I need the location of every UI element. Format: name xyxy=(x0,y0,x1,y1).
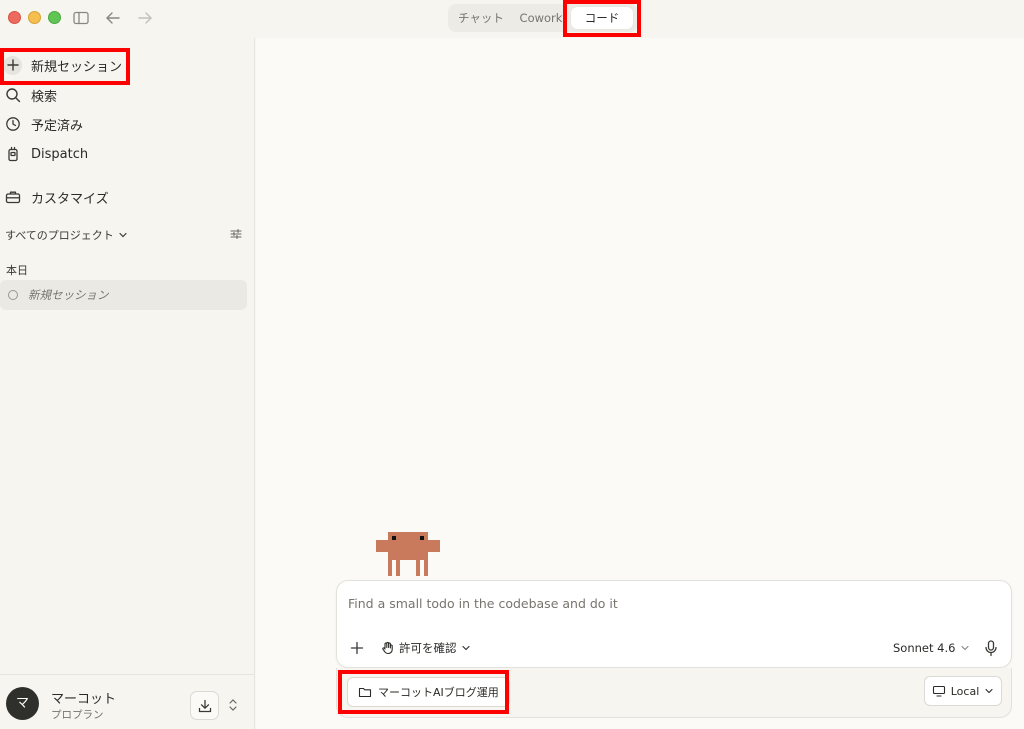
sidebar-footer: マ マーコット プロプラン xyxy=(0,674,255,729)
environment-label: Local xyxy=(950,684,980,698)
chevron-up-down-icon[interactable] xyxy=(227,697,239,713)
environment-selector-button[interactable]: Local xyxy=(924,676,1002,706)
sidebar-item-label: カスタマイズ xyxy=(31,191,109,207)
composer-context-bar: マーコットAIブログ運用 Local xyxy=(336,668,1012,718)
composer: 許可を確認 Sonnet 4.6 xyxy=(336,580,1012,668)
tab-chat[interactable]: チャット xyxy=(454,7,508,29)
sidebar-item-dispatch[interactable]: Dispatch xyxy=(0,141,240,167)
permission-label: 許可を確認 xyxy=(399,641,457,655)
filter-sliders-icon[interactable] xyxy=(229,227,243,241)
sidebar-item-label: 新規セッション xyxy=(31,59,123,75)
sidebar-item-scheduled[interactable]: 予定済み xyxy=(0,111,240,137)
close-window-button[interactable] xyxy=(8,11,21,24)
user-plan: プロプラン xyxy=(51,709,104,721)
sidebar-toggle-icon[interactable] xyxy=(72,9,90,27)
download-button[interactable] xyxy=(190,691,219,720)
prompt-input[interactable] xyxy=(348,591,988,615)
mode-segmented-control: チャット Cowork コード xyxy=(448,4,638,32)
sidebar-item-label: Dispatch xyxy=(31,146,89,162)
project-folder-button[interactable]: マーコットAIブログ運用 xyxy=(347,677,510,707)
plus-icon xyxy=(5,57,21,73)
zoom-window-button[interactable] xyxy=(48,11,61,24)
chevron-down-icon xyxy=(461,643,471,653)
main-content: 許可を確認 Sonnet 4.6 マーコットAIブログ運用 xyxy=(256,38,1024,729)
minimize-window-button[interactable] xyxy=(28,11,41,24)
dispatch-icon xyxy=(5,146,21,162)
chevron-down-icon xyxy=(984,686,994,696)
model-label: Sonnet 4.6 xyxy=(893,641,956,655)
toolbox-icon xyxy=(5,189,21,205)
avatar[interactable]: マ xyxy=(6,687,39,720)
mascot-icon xyxy=(376,532,440,576)
add-attachment-plus-icon[interactable] xyxy=(349,640,365,656)
back-arrow-icon[interactable] xyxy=(104,9,122,27)
project-filter-dropdown[interactable]: すべてのプロジェクト xyxy=(5,227,128,243)
session-label: 新規セッション xyxy=(28,288,109,302)
permission-mode-dropdown[interactable]: 許可を確認 xyxy=(381,640,471,656)
session-status-ring-icon xyxy=(8,290,18,300)
project-filter-label: すべてのプロジェクト xyxy=(5,229,114,242)
tab-code[interactable]: コード xyxy=(571,7,633,29)
model-selector-dropdown[interactable]: Sonnet 4.6 xyxy=(893,641,970,655)
title-bar: チャット Cowork コード xyxy=(0,0,1024,38)
folder-icon xyxy=(358,686,372,698)
download-icon xyxy=(197,698,213,714)
sidebar-item-label: 予定済み xyxy=(31,118,84,134)
sidebar-item-search[interactable]: 検索 xyxy=(0,82,240,108)
microphone-icon[interactable] xyxy=(983,639,999,657)
sidebar: 新規セッション 検索 予定済み Dispatch カスタマイズ すべてのプロジェ… xyxy=(0,38,255,729)
chevron-down-icon xyxy=(960,643,970,653)
folder-label: マーコットAIブログ運用 xyxy=(378,686,499,699)
forward-arrow-icon[interactable] xyxy=(136,9,154,27)
user-name[interactable]: マーコット xyxy=(51,688,116,707)
session-group-label: 本日 xyxy=(6,264,28,277)
chevron-down-icon xyxy=(118,230,128,240)
sidebar-item-new-session[interactable]: 新規セッション xyxy=(0,52,240,78)
sidebar-item-label: 検索 xyxy=(31,89,58,105)
clock-icon xyxy=(5,116,21,132)
session-list-item[interactable]: 新規セッション xyxy=(0,280,247,310)
search-icon xyxy=(5,87,21,103)
sidebar-item-customize[interactable]: カスタマイズ xyxy=(0,184,240,210)
tab-cowork[interactable]: Cowork xyxy=(514,7,568,29)
hand-icon xyxy=(381,641,395,655)
monitor-icon xyxy=(932,685,946,697)
